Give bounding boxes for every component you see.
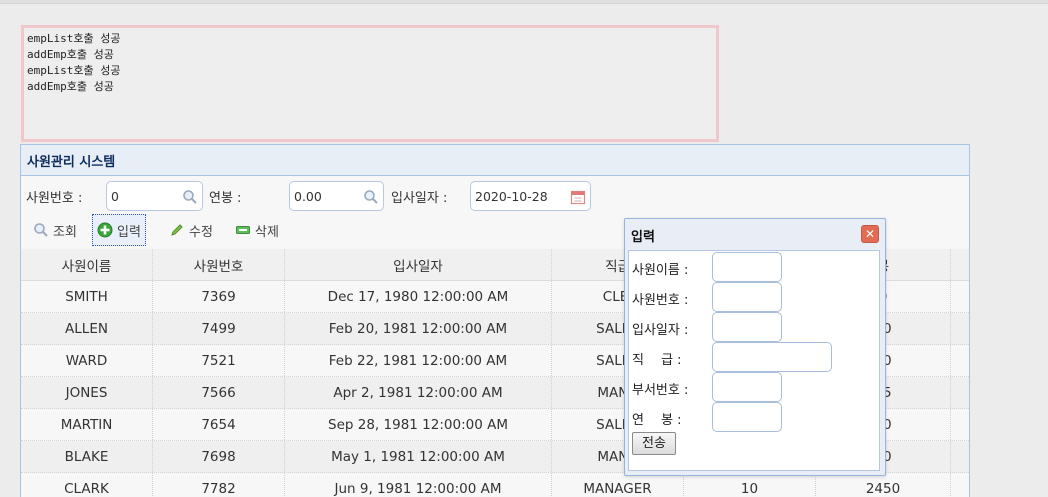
cell-hiredate: Apr 2, 1981 12:00:00 AM [285,377,552,408]
table-row[interactable]: CLARK 7782 Jun 9, 1981 12:00:00 AM MANAGER 1… [21,473,969,497]
header-hiredate[interactable]: 입사일자 [285,249,552,280]
panel-title: 사원관리 시스템 [21,145,969,176]
cell-empno: 7499 [153,313,285,344]
cell-empno: 7654 [153,409,285,440]
search-button[interactable]: 조회 [29,214,81,246]
cell-ename: JONES [21,377,153,408]
header-empno[interactable]: 사원번호 [153,249,285,280]
delete-button-label: 삭제 [255,224,279,240]
sal-search-label: 연봉 : [209,191,242,206]
empno-search-input[interactable]: 0 [106,181,203,211]
submit-button[interactable]: 전송 [632,432,676,455]
update-button-label: 수정 [189,224,213,240]
add-icon [97,222,113,238]
hiredate-search-value: 2020-10-28 [475,189,548,204]
cell-ename: CLARK [21,473,153,497]
cell-deptno: 10 [684,473,816,497]
search-icon[interactable] [363,189,379,205]
log-line: addEmp호출 성공 [27,48,114,61]
ename-field[interactable] [712,252,782,282]
calendar-icon[interactable] [570,189,586,205]
cell-hiredate: Feb 22, 1981 12:00:00 AM [285,345,552,376]
cell-hiredate: Sep 28, 1981 12:00:00 AM [285,409,552,440]
row-spacer [951,345,969,376]
cell-empno: 7566 [153,377,285,408]
header-spacer [951,249,969,280]
hiredate-search-input[interactable]: 2020-10-28 [470,181,591,211]
row-spacer [951,473,969,497]
cell-empno: 7782 [153,473,285,497]
log-output: empList호출 성공 addEmp호출 성공 empList호출 성공 ad… [21,25,719,142]
hiredate-field[interactable] [712,312,782,342]
insert-dialog: 입력 ✕ 사원이름 : 사원번호 : 입사일자 : 직 급 : 부서번호 : 연… [624,218,886,476]
cell-hiredate: May 1, 1981 12:00:00 AM [285,441,552,472]
insert-button-label: 입력 [117,224,141,240]
row-spacer [951,313,969,344]
cell-job: MANAGER [552,473,684,497]
minus-icon [236,226,250,234]
form-row-hiredate: 입사일자 : [632,312,792,342]
ename-label: 사원이름 : [632,263,689,278]
cell-empno: 7521 [153,345,285,376]
hiredate-search-label: 입사일자 : [391,191,448,206]
update-button[interactable]: 수정 [165,214,217,246]
empno-label: 사원번호 : [632,293,689,308]
dialog-title: 입력 ✕ [625,219,885,250]
cell-ename: ALLEN [21,313,153,344]
close-icon[interactable]: ✕ [861,225,879,243]
pencil-icon [171,224,183,236]
log-line: addEmp호출 성공 [27,80,114,93]
top-border [0,0,1048,4]
empno-search-label: 사원번호 : [26,191,83,206]
row-spacer [951,281,969,312]
cell-hiredate: Feb 20, 1981 12:00:00 AM [285,313,552,344]
cell-empno: 7698 [153,441,285,472]
deptno-label: 부서번호 : [632,383,689,398]
cell-hiredate: Dec 17, 1980 12:00:00 AM [285,281,552,312]
search-bar: 사원번호 : 0 연봉 : 0.00 입사일자 : 2020-10-28 [21,177,969,213]
cell-hiredate: Jun 9, 1981 12:00:00 AM [285,473,552,497]
search-button-label: 조회 [53,224,77,240]
row-spacer [951,409,969,440]
cell-ename: MARTIN [21,409,153,440]
header-ename[interactable]: 사원이름 [21,249,153,280]
empno-field[interactable] [712,282,782,312]
form-row-empno: 사원번호 : [632,282,792,312]
sal-label: 연 봉 : [632,413,682,428]
deptno-field[interactable] [712,372,782,402]
log-line: empList호출 성공 [27,64,121,77]
dialog-title-text: 입력 [631,230,655,245]
form-row-ename: 사원이름 : [632,252,792,282]
job-field[interactable] [712,342,832,372]
form-row-job: 직 급 : [632,342,842,372]
row-spacer [951,377,969,408]
cell-ename: WARD [21,345,153,376]
job-label: 직 급 : [632,353,682,368]
sal-search-value: 0.00 [294,189,322,204]
form-row-sal: 연 봉 : [632,402,792,432]
cell-ename: SMITH [21,281,153,312]
cell-sal: 2450 [816,473,951,497]
sal-search-input[interactable]: 0.00 [289,181,384,211]
cell-empno: 7369 [153,281,285,312]
empno-search-value: 0 [111,189,119,204]
delete-button[interactable]: 삭제 [231,214,283,246]
cell-ename: BLAKE [21,441,153,472]
log-line: empList호출 성공 [27,32,121,45]
sal-field[interactable] [712,402,782,432]
row-spacer [951,441,969,472]
hiredate-label: 입사일자 : [632,323,689,338]
insert-button[interactable]: 입력 [92,214,146,246]
form-row-deptno: 부서번호 : [632,372,792,402]
search-icon [34,223,48,237]
dialog-form: 사원이름 : 사원번호 : 입사일자 : 직 급 : 부서번호 : 연 봉 : … [628,250,880,471]
search-icon[interactable] [182,189,198,205]
